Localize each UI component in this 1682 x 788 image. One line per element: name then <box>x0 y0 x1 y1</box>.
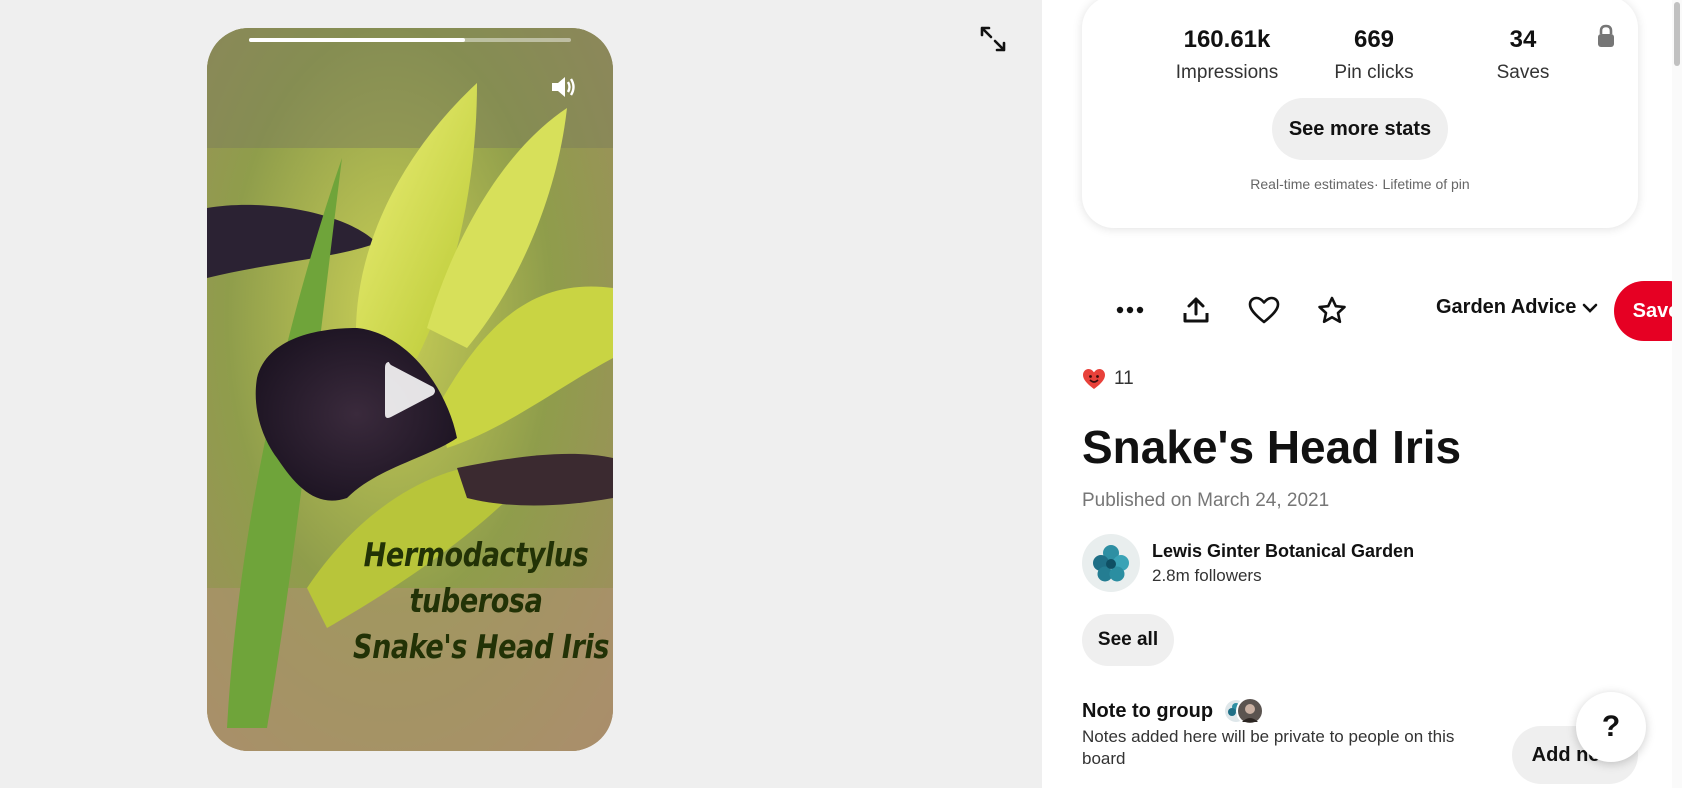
more-icon[interactable] <box>1112 292 1148 328</box>
stat-label: Impressions <box>1175 62 1279 83</box>
pin-details-pane: 160.61k Impressions 669 Pin clicks 34 Sa… <box>1042 0 1682 788</box>
stat-label: Pin clicks <box>1334 62 1414 83</box>
stat-value: 34 <box>1509 26 1537 53</box>
note-description: Notes added here will be private to peop… <box>1082 727 1455 768</box>
heart-icon[interactable] <box>1246 292 1282 328</box>
chevron-down-icon <box>1583 303 1598 313</box>
see-more-stats-button[interactable]: See more stats <box>1272 98 1448 160</box>
note-to-group: Note to group <box>1082 696 1265 726</box>
board-dropdown[interactable]: Garden Advice <box>1436 296 1598 319</box>
caption-line: tuberosa <box>409 581 543 620</box>
heart-reaction-icon <box>1083 369 1105 389</box>
stat-pin-clicks: 669 Pin clicks <box>1299 26 1449 84</box>
stat-impressions: 160.61k Impressions <box>1152 26 1302 84</box>
creator-name[interactable]: Lewis Ginter Botanical Garden <box>1152 541 1414 562</box>
reaction-count: 11 <box>1114 368 1134 389</box>
stats-card: 160.61k Impressions 669 Pin clicks 34 Sa… <box>1082 0 1638 228</box>
creator-followers: 2.8m followers <box>1152 565 1262 585</box>
media-pane: Hermodactylus tuberosa Snake's Head Iris <box>0 0 1042 788</box>
stat-value: 160.61k <box>1183 26 1271 53</box>
creator-info: Lewis Ginter Botanical Garden 2.8m follo… <box>1082 534 1414 592</box>
stat-value: 669 <box>1353 26 1395 53</box>
volume-icon[interactable] <box>547 70 581 104</box>
video-progress-bar[interactable] <box>249 38 571 42</box>
share-icon[interactable] <box>1178 292 1214 328</box>
caption-line: Hermodactylus <box>363 535 589 574</box>
note-title: Note to group <box>1082 699 1214 722</box>
pin-video[interactable]: Hermodactylus tuberosa Snake's Head Iris <box>207 28 613 751</box>
see-all-button[interactable]: See all <box>1082 614 1174 666</box>
scrollbar[interactable] <box>1672 0 1682 788</box>
reactions[interactable]: 11 <box>1082 368 1134 390</box>
expand-icon[interactable] <box>978 24 1008 54</box>
published-date: Published on March 24, 2021 <box>1082 490 1330 511</box>
help-button[interactable]: ? <box>1576 692 1646 762</box>
creator-avatar[interactable] <box>1082 534 1140 592</box>
stat-saves: 34 Saves <box>1448 26 1598 84</box>
group-avatars <box>1223 696 1265 726</box>
video-progress-fill <box>249 38 465 42</box>
caption-line: Snake's Head Iris <box>353 627 610 666</box>
pin-title: Snake's Head Iris <box>1082 421 1462 473</box>
scrollbar-thumb[interactable] <box>1674 2 1680 66</box>
board-name: Garden Advice <box>1436 296 1577 318</box>
play-icon[interactable] <box>381 358 439 424</box>
lock-icon <box>1596 24 1616 48</box>
star-icon[interactable] <box>1314 292 1350 328</box>
pin-action-bar: Garden Advice Save <box>1082 280 1682 341</box>
stat-label: Saves <box>1496 62 1550 83</box>
stats-note: Real-time estimates· Lifetime of pin <box>1250 176 1470 192</box>
video-caption: Hermodactylus tuberosa Snake's Head Iris <box>353 532 610 670</box>
